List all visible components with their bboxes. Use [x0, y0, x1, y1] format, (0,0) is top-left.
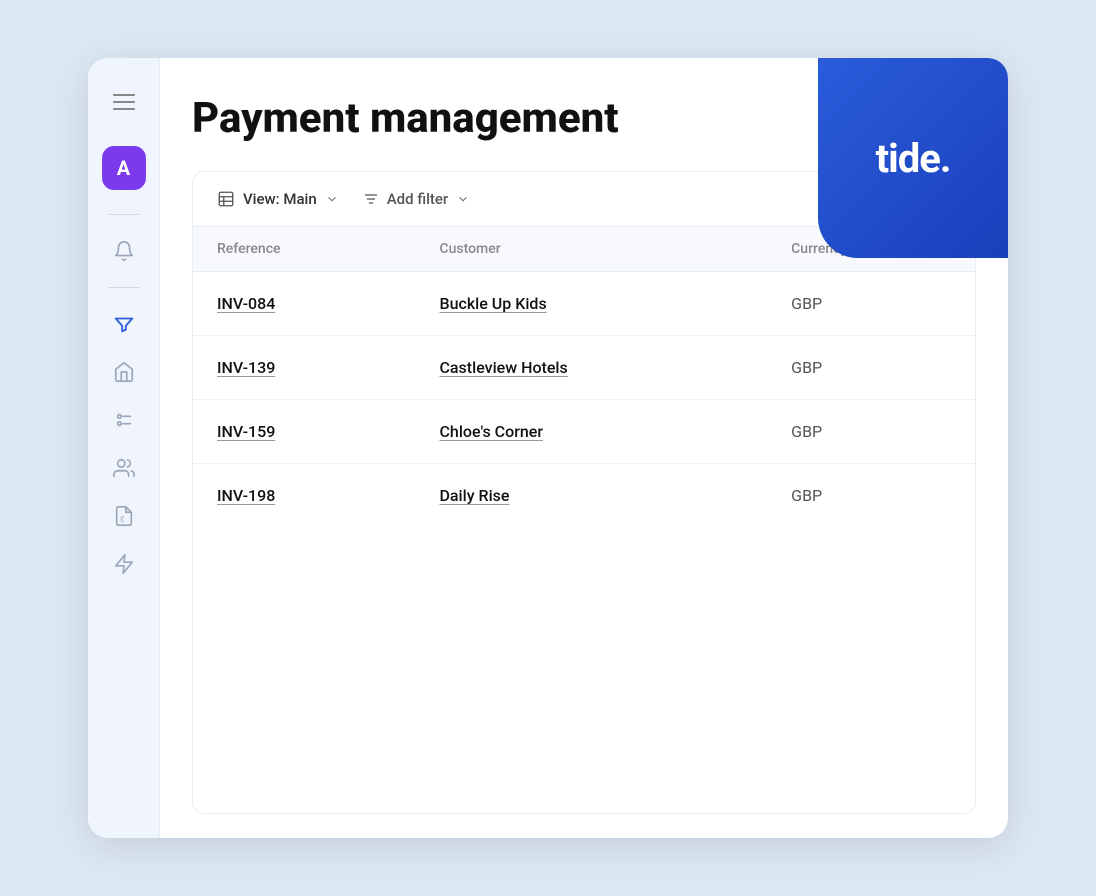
filter-lines-icon [363, 191, 379, 207]
tide-logo-text: tide. [876, 135, 951, 182]
add-filter-button[interactable]: Add filter [363, 190, 471, 208]
col-reference: Reference [193, 227, 415, 272]
sidebar-divider-2 [108, 287, 140, 288]
table-row: INV-139 Castleview Hotels GBP [193, 336, 975, 400]
cell-currency: GBP [767, 464, 975, 528]
filter-label: Add filter [387, 190, 449, 208]
view-selector[interactable]: View: Main [217, 190, 339, 208]
cell-customer[interactable]: Castleview Hotels [415, 336, 767, 400]
avatar[interactable]: A [102, 146, 146, 190]
payments-table: Reference Customer Currency INV-084 Buck… [193, 227, 975, 527]
sidebar: A [88, 58, 160, 838]
view-label: View: Main [243, 190, 317, 208]
cell-reference[interactable]: INV-139 [193, 336, 415, 400]
cell-currency: GBP [767, 272, 975, 336]
list-check-icon[interactable] [104, 400, 144, 440]
cell-currency: GBP [767, 400, 975, 464]
bell-icon[interactable] [104, 231, 144, 271]
home-icon[interactable] [104, 352, 144, 392]
table-icon [217, 190, 235, 208]
app-container: tide. A [88, 58, 1008, 838]
chevron-down-icon-filter [456, 192, 470, 206]
col-customer: Customer [415, 227, 767, 272]
menu-icon[interactable] [104, 82, 144, 122]
chevron-down-icon [325, 192, 339, 206]
tide-logo-badge: tide. [818, 58, 1008, 258]
cell-reference[interactable]: INV-084 [193, 272, 415, 336]
document-icon[interactable]: £ [104, 496, 144, 536]
cell-customer[interactable]: Chloe's Corner [415, 400, 767, 464]
cell-reference[interactable]: INV-198 [193, 464, 415, 528]
table-row: INV-084 Buckle Up Kids GBP [193, 272, 975, 336]
cell-customer[interactable]: Buckle Up Kids [415, 272, 767, 336]
cell-reference[interactable]: INV-159 [193, 400, 415, 464]
table-row: INV-159 Chloe's Corner GBP [193, 400, 975, 464]
svg-text:£: £ [120, 515, 125, 524]
cell-customer[interactable]: Daily Rise [415, 464, 767, 528]
filter-active-icon[interactable] [104, 304, 144, 344]
cell-currency: GBP [767, 336, 975, 400]
sidebar-divider-1 [108, 214, 140, 215]
users-icon[interactable] [104, 448, 144, 488]
table-container: View: Main Add filter [192, 171, 976, 814]
lightning-icon[interactable] [104, 544, 144, 584]
table-row: INV-198 Daily Rise GBP [193, 464, 975, 528]
